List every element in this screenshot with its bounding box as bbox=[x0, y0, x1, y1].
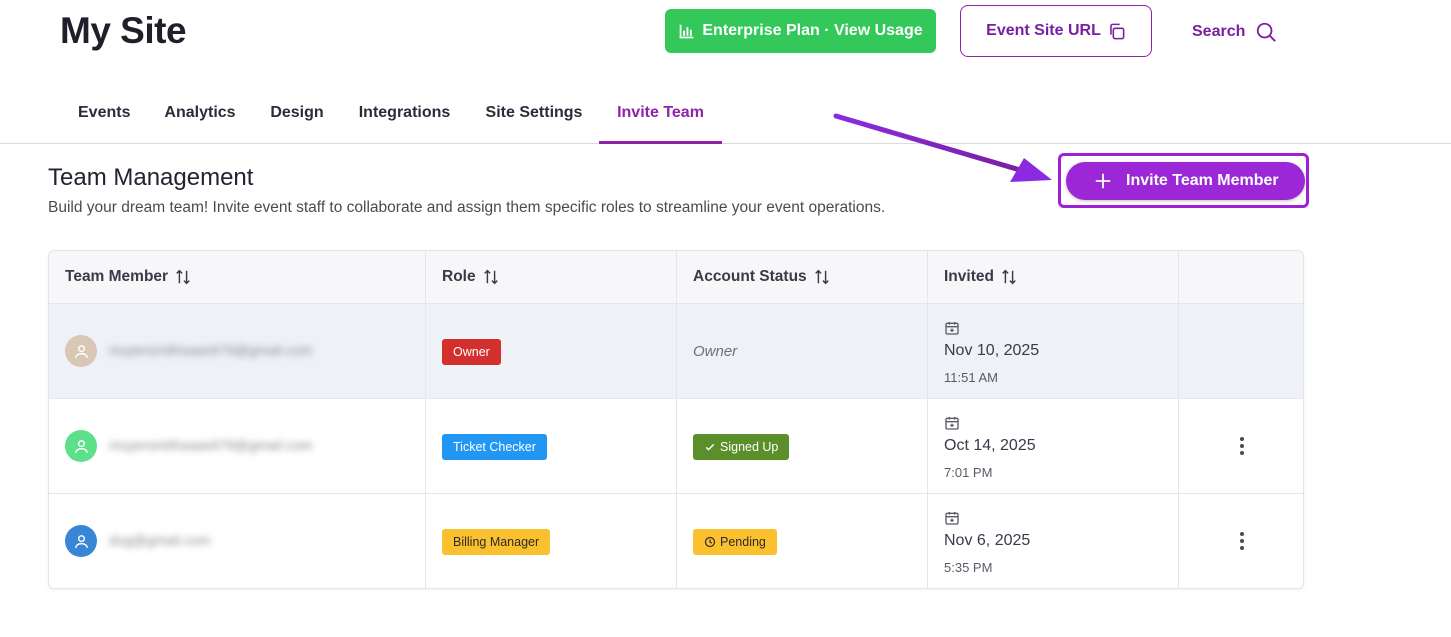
actions-cell bbox=[1179, 494, 1303, 588]
invited-time: 5:35 PM bbox=[944, 560, 993, 575]
column-header-role[interactable]: Role bbox=[426, 251, 677, 303]
team-member-cell: dug@gmail.com bbox=[49, 494, 426, 588]
team-member-cell: mcpersmithsaas979@gmail.com bbox=[49, 399, 426, 493]
status-text: Owner bbox=[693, 343, 738, 360]
invited-time: 11:51 AM bbox=[944, 370, 998, 385]
tab-site-settings[interactable]: Site Settings bbox=[485, 88, 583, 144]
calendar-icon bbox=[945, 512, 959, 525]
avatar bbox=[65, 525, 97, 557]
copy-icon bbox=[1110, 23, 1125, 39]
search-icon bbox=[1257, 22, 1277, 42]
tab-design[interactable]: Design bbox=[270, 88, 324, 144]
role-badge: Owner bbox=[442, 339, 501, 365]
invited-date: Nov 10, 2025 bbox=[944, 342, 1040, 359]
table-row: mcpersmithsaas979@gmail.com Ticket Check… bbox=[49, 399, 1303, 494]
actions-cell bbox=[1179, 399, 1303, 493]
event-site-url-button[interactable]: Event Site URL bbox=[960, 5, 1152, 57]
plus-icon bbox=[1095, 173, 1111, 189]
plan-usage-button[interactable]: Enterprise Plan · View Usage bbox=[665, 9, 936, 53]
column-header-label: Role bbox=[442, 268, 476, 285]
table-row: mcpersmithsaas979@gmail.com Owner Owner … bbox=[49, 304, 1303, 399]
invite-team-member-button[interactable]: Invite Team Member bbox=[1066, 162, 1305, 200]
tab-invite-team[interactable]: Invite Team bbox=[599, 88, 722, 144]
role-cell: Owner bbox=[426, 304, 677, 398]
avatar bbox=[65, 430, 97, 462]
sort-icon bbox=[1002, 269, 1016, 285]
section-description: Build your dream team! Invite event staf… bbox=[48, 199, 886, 216]
sort-icon bbox=[176, 269, 190, 285]
role-cell: Ticket Checker bbox=[426, 399, 677, 493]
nav-tabs: Events Analytics Design Integrations Sit… bbox=[0, 88, 1451, 144]
table-header-row: Team Member Role Account Status Invited bbox=[49, 251, 1303, 304]
table-row: dug@gmail.com Billing Manager Pending No… bbox=[49, 494, 1303, 588]
tab-analytics[interactable]: Analytics bbox=[164, 88, 236, 144]
team-member-cell: mcpersmithsaas979@gmail.com bbox=[49, 304, 426, 398]
status-label: Signed Up bbox=[720, 440, 779, 454]
more-vertical-icon[interactable] bbox=[1234, 435, 1250, 457]
user-icon bbox=[74, 439, 88, 453]
status-label: Pending bbox=[720, 535, 766, 549]
status-badge: Signed Up bbox=[693, 434, 790, 460]
invite-team-member-label: Invite Team Member bbox=[1126, 172, 1279, 189]
column-header-invited[interactable]: Invited bbox=[928, 251, 1179, 303]
member-email: dug@gmail.com bbox=[109, 532, 211, 548]
chart-icon bbox=[680, 24, 694, 38]
column-header-label: Team Member bbox=[65, 268, 169, 285]
status-cell: Owner bbox=[677, 304, 928, 398]
member-email: mcpersmithsaas979@gmail.com bbox=[109, 342, 313, 358]
site-title: My Site bbox=[60, 10, 187, 51]
status-cell: Signed Up bbox=[677, 399, 928, 493]
role-cell: Billing Manager bbox=[426, 494, 677, 588]
role-badge: Ticket Checker bbox=[442, 434, 547, 460]
invited-cell: Oct 14, 2025 7:01 PM bbox=[928, 399, 1179, 493]
column-header-team-member[interactable]: Team Member bbox=[49, 251, 426, 303]
column-header-actions bbox=[1179, 251, 1303, 303]
invited-cell: Nov 10, 2025 11:51 AM bbox=[928, 304, 1179, 398]
check-icon bbox=[705, 443, 715, 451]
user-icon bbox=[74, 344, 88, 358]
invited-date: Oct 14, 2025 bbox=[944, 437, 1036, 454]
clock-icon bbox=[704, 536, 716, 548]
calendar-icon bbox=[945, 322, 959, 335]
more-vertical-icon[interactable] bbox=[1234, 530, 1250, 552]
team-table: Team Member Role Account Status Invited … bbox=[48, 250, 1304, 589]
event-site-url-label: Event Site URL bbox=[986, 22, 1101, 39]
actions-cell bbox=[1179, 304, 1303, 398]
column-header-label: Invited bbox=[944, 268, 994, 285]
sort-icon bbox=[483, 269, 498, 285]
tab-integrations[interactable]: Integrations bbox=[358, 88, 451, 144]
column-header-account-status[interactable]: Account Status bbox=[677, 251, 928, 303]
search-label: Search bbox=[1192, 23, 1246, 40]
column-header-label: Account Status bbox=[693, 268, 807, 285]
invited-date: Nov 6, 2025 bbox=[944, 532, 1031, 549]
role-badge: Billing Manager bbox=[442, 529, 551, 555]
section-title: Team Management bbox=[48, 164, 254, 191]
tab-events[interactable]: Events bbox=[78, 88, 130, 144]
invited-time: 7:01 PM bbox=[944, 465, 993, 480]
member-email: mcpersmithsaas979@gmail.com bbox=[109, 437, 313, 453]
sort-icon bbox=[814, 269, 829, 285]
calendar-icon bbox=[945, 417, 959, 430]
status-badge: Pending bbox=[693, 529, 777, 555]
status-cell: Pending bbox=[677, 494, 928, 588]
avatar bbox=[65, 335, 97, 367]
invited-cell: Nov 6, 2025 5:35 PM bbox=[928, 494, 1179, 588]
user-icon bbox=[74, 534, 88, 548]
search-button[interactable]: Search bbox=[1192, 17, 1277, 47]
plan-usage-label: Enterprise Plan · View Usage bbox=[702, 22, 923, 39]
